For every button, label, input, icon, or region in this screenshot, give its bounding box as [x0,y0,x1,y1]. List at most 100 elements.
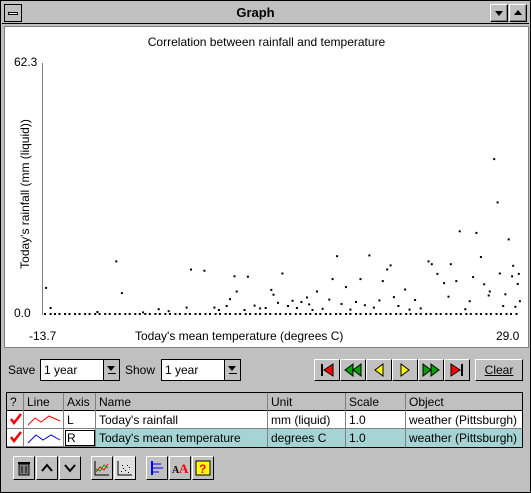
scatter-point [74,313,77,315]
scale-cell[interactable]: 1.0 [346,429,406,447]
scatter-point [277,301,279,304]
scatter-point [493,158,496,161]
scatter-point [204,313,207,315]
points-group [44,158,521,315]
axis-settings-button[interactable] [146,456,168,480]
scatter-point [253,304,256,307]
header-scale[interactable]: Scale [346,393,406,411]
scatter-point [185,306,188,309]
name-cell[interactable]: Today's mean temperature [96,429,268,447]
scatter-point [219,313,221,315]
minimize-button[interactable] [490,4,508,22]
scatter-point [389,313,392,315]
move-up-button[interactable] [36,456,58,480]
axis-cell[interactable]: L [64,411,96,429]
unit-cell[interactable]: degrees C [268,429,346,447]
trash-icon [18,462,30,476]
delete-button[interactable] [13,456,35,480]
object-cell[interactable]: weather (Pittsburgh) [406,429,522,447]
scatter-point [512,264,515,267]
scatter-point [485,313,488,315]
scatter-point [264,313,267,315]
scatter-point [408,308,411,311]
scatter-point [475,231,478,234]
system-menu-button[interactable] [4,4,22,22]
scatter-point [439,313,442,315]
scatter-point [495,313,498,315]
scatter-point [190,268,192,271]
scatter-point [469,313,472,315]
scatter-point [487,294,490,297]
scatter-point [306,296,308,299]
line-sample-icon [27,415,61,426]
scatter-point [274,313,277,315]
header-line[interactable]: Line [24,393,64,411]
name-cell[interactable]: Today's rainfall [96,411,268,429]
scatter-point [329,313,332,315]
line-graph-button[interactable] [91,456,113,480]
step-forward-button[interactable] [392,359,418,381]
show-dropdown-value: 1 year [165,363,199,377]
dropdown-arrow-icon[interactable] [103,360,119,380]
clear-button[interactable]: Clear [475,359,523,381]
check-cell[interactable] [7,411,24,429]
check-cell[interactable] [7,429,24,447]
maximize-button[interactable] [509,4,527,22]
scatter-point [128,313,131,315]
header-unit[interactable]: Unit [268,393,346,411]
scatter-point [436,272,439,275]
scatter-point [465,313,468,315]
scatter-point [134,313,137,315]
table-row[interactable]: L Today's rainfall mm (liquid) 1.0 weath… [7,411,522,429]
move-down-button[interactable] [59,456,81,480]
y-axis-label: Today's rainfall (mm (liquid)) [18,119,32,269]
chevron-up-icon [41,463,53,472]
scatter-point [355,301,357,303]
axis-cell[interactable]: R [64,429,96,447]
table-header: ? Line Axis Name Unit Scale Object [7,393,522,411]
title-bar[interactable]: Graph [2,2,529,24]
fast-rewind-button[interactable] [340,359,366,381]
skip-end-icon [450,363,463,377]
scatter-point [379,313,382,315]
scatter-point [389,264,392,267]
go-to-end-button[interactable] [444,359,470,381]
header-axis[interactable]: Axis [64,393,96,411]
scatter-point [321,307,324,310]
dropdown-arrow-icon[interactable] [224,360,240,380]
header-name[interactable]: Name [96,393,268,411]
scatter-point [49,307,52,309]
scale-cell[interactable]: 1.0 [346,411,406,429]
scatter-point [64,313,67,315]
scatter-point [144,313,147,315]
scatter-point [479,256,482,258]
save-label: Save [8,363,36,377]
go-to-start-button[interactable] [314,359,340,381]
scatter-point [359,278,362,281]
scatter-point [319,313,322,315]
step-back-button[interactable] [366,359,392,381]
help-button[interactable]: ? [192,456,214,480]
control-row: Save 1 year Show 1 year Clear [1,353,531,383]
fast-forward-button[interactable] [418,359,444,381]
unit-cell[interactable]: mm (liquid) [268,411,346,429]
font-icon: AA [172,461,189,476]
font-button[interactable]: AA [169,456,191,480]
system-menu-icon [8,12,18,15]
scatter-point [158,313,161,315]
show-dropdown[interactable]: 1 year [161,359,241,381]
header-check[interactable]: ? [7,393,24,411]
scatter-point [88,313,91,315]
object-cell[interactable]: weather (Pittsburgh) [406,411,522,429]
line-sample-icon [27,434,61,444]
scatter-point [164,313,167,315]
show-label: Show [125,363,156,377]
header-object[interactable]: Object [406,393,522,411]
scatter-graph-button[interactable] [114,456,136,480]
scatter-point [68,313,71,315]
scatter-point [324,313,327,315]
table-row[interactable]: R Today's mean temperature degrees C 1.0… [7,429,522,447]
scatter-point [499,313,502,315]
scatter-point [455,280,458,283]
save-dropdown[interactable]: 1 year [40,359,120,381]
